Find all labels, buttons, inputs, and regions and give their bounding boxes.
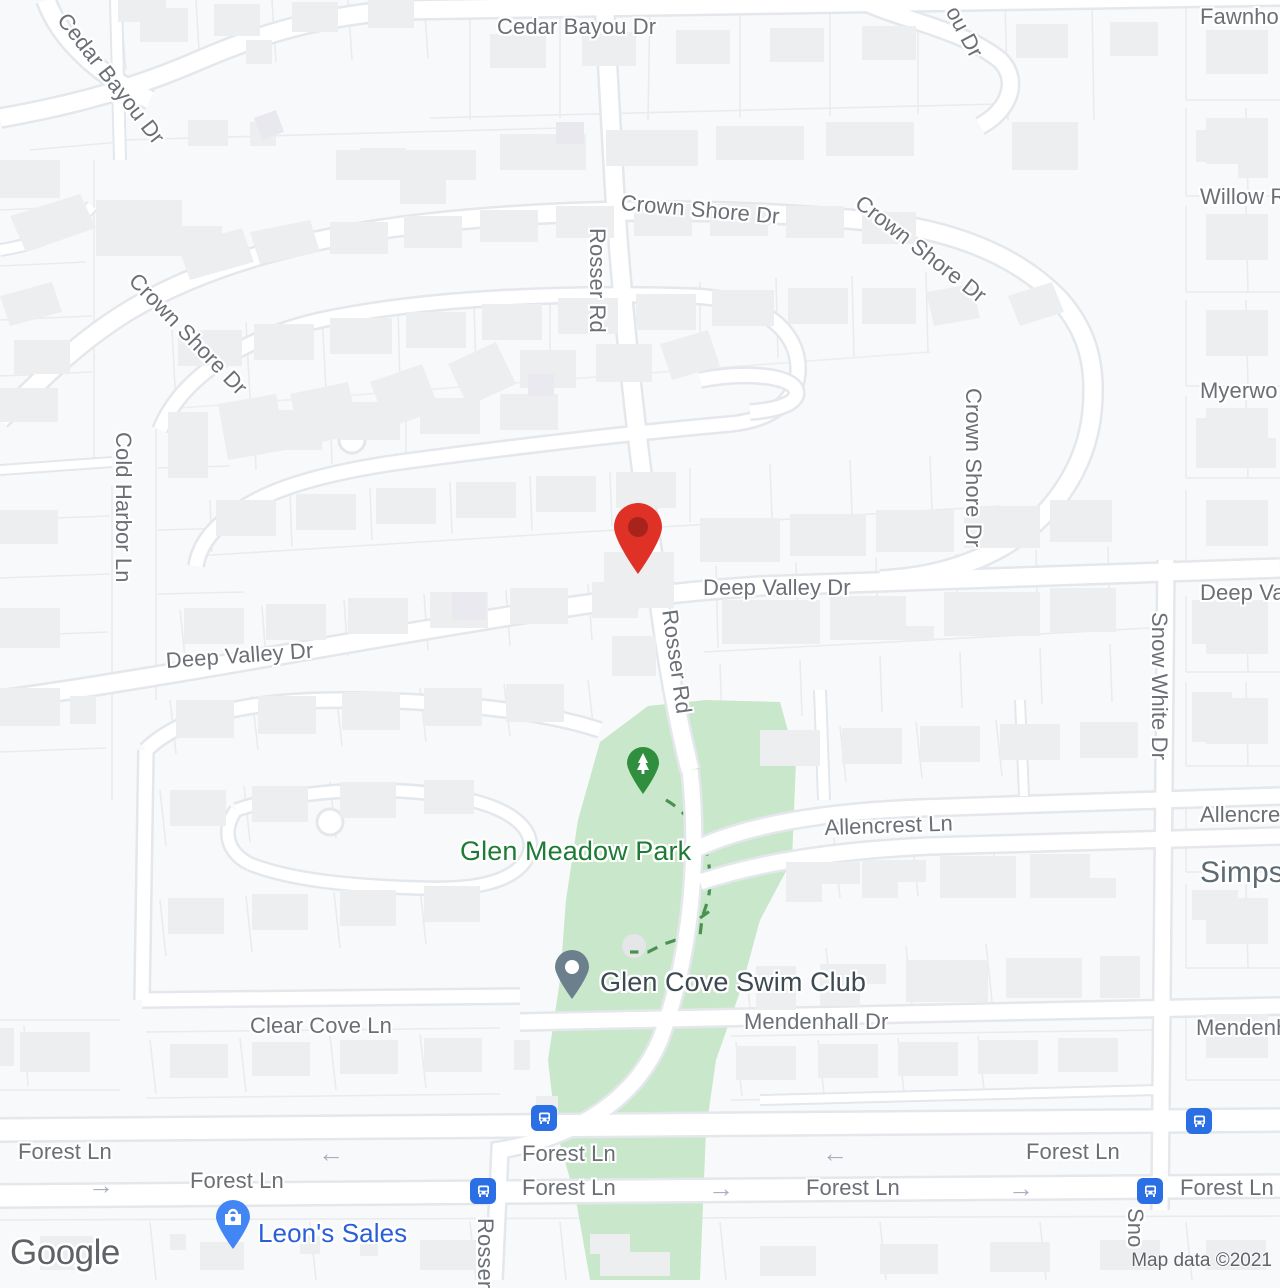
primary-location-pin[interactable] <box>612 503 664 575</box>
leons-sales-pin[interactable] <box>215 1200 251 1250</box>
direction-arrow-left-icon: ← <box>318 1138 344 1168</box>
svg-text:Google: Google <box>10 1233 120 1272</box>
bus-stop-icon[interactable] <box>1137 1178 1163 1204</box>
bus-stop-icon[interactable] <box>531 1105 557 1131</box>
google-logo: Google Google <box>8 1232 130 1274</box>
direction-arrow-left-icon: ← <box>822 1138 848 1168</box>
bus-stop-icon[interactable] <box>1186 1108 1212 1134</box>
map-vector-layer: .rd { fill:none; stroke:#ffffff; } .rdc … <box>0 0 1280 1280</box>
map-attribution: Map data ©2021 <box>1131 1250 1272 1271</box>
direction-arrow-right-icon: → <box>708 1173 734 1203</box>
glen-meadow-park-pin[interactable] <box>626 747 660 795</box>
bus-stop-icon[interactable] <box>470 1178 496 1204</box>
direction-arrow-right-icon: → <box>88 1170 114 1200</box>
map-canvas[interactable]: .rd { fill:none; stroke:#ffffff; } .rdc … <box>0 0 1280 1288</box>
glen-cove-swim-club-pin[interactable] <box>554 950 590 1000</box>
direction-arrow-right-icon: → <box>1008 1173 1034 1203</box>
